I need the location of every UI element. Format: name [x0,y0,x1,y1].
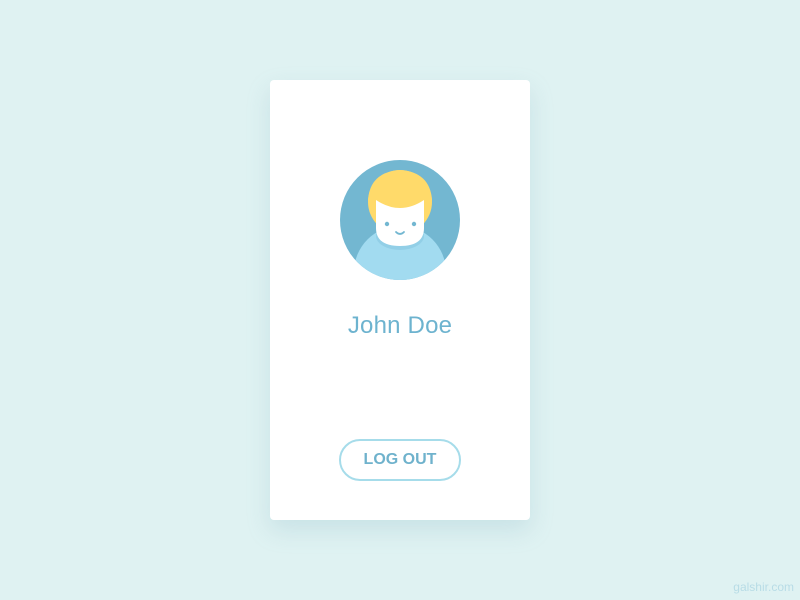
logout-button[interactable]: LOG OUT [339,439,461,481]
profile-card: John Doe LOG OUT [270,80,530,520]
user-avatar-icon [340,160,460,280]
user-name: John Doe [347,312,453,339]
profile-page: John Doe LOG OUT galshir.com [0,0,800,600]
credit-watermark: galshir.com [733,580,794,594]
